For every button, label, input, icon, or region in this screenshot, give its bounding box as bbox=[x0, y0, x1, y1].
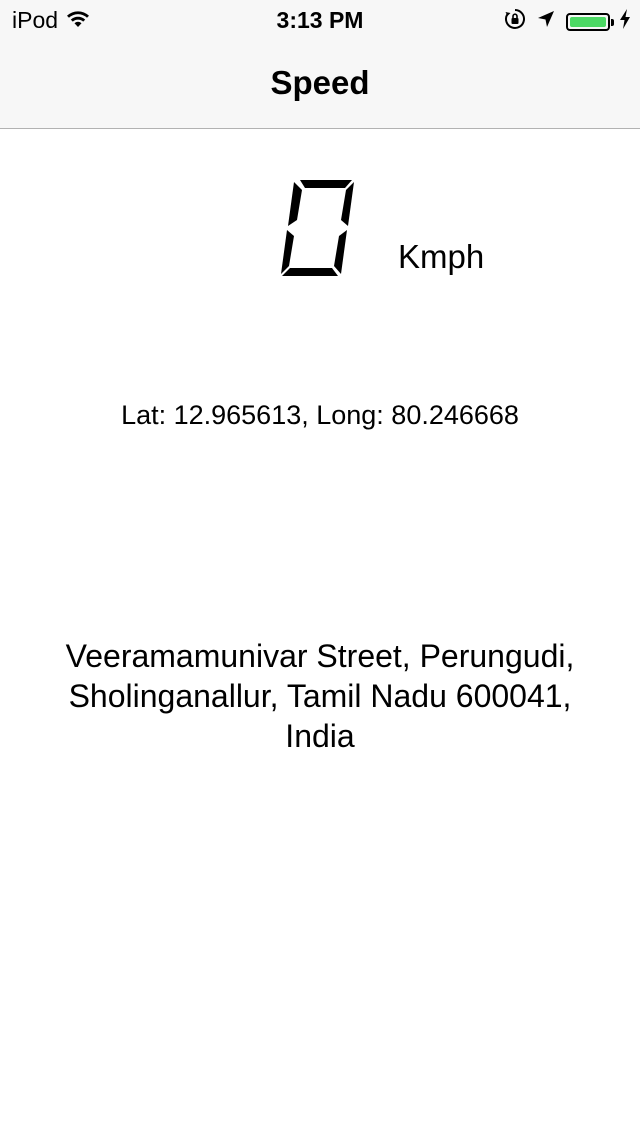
app-screen: iPod 3:13 PM Speed Kmph Lat: 12.965613, … bbox=[0, 0, 640, 1136]
speed-readout bbox=[278, 178, 356, 278]
digit-segment-b bbox=[341, 182, 354, 226]
status-bar: iPod 3:13 PM bbox=[0, 0, 640, 40]
battery-level bbox=[570, 16, 606, 27]
page-title: Speed bbox=[270, 64, 370, 101]
status-right bbox=[504, 8, 630, 35]
address-line-1: Veeramamunivar Street, Perungudi, bbox=[65, 638, 575, 674]
navigation-bar: Speed bbox=[0, 40, 640, 129]
digit-segment-f bbox=[288, 182, 302, 226]
digit-segment-e bbox=[281, 230, 294, 274]
digit-segment-a bbox=[300, 180, 352, 188]
digit-segment-d bbox=[282, 268, 338, 276]
speed-unit-label: Kmph bbox=[398, 238, 485, 275]
battery-tip bbox=[611, 18, 614, 26]
address-line-3: India bbox=[285, 718, 355, 754]
digit-segment-c bbox=[334, 230, 347, 274]
coordinates-label: Lat: 12.965613, Long: 80.246668 bbox=[121, 400, 519, 430]
charging-bolt-icon bbox=[620, 9, 630, 34]
battery-icon bbox=[566, 12, 614, 31]
orientation-lock-icon bbox=[504, 8, 526, 35]
address-line-2: Sholinganallur, Tamil Nadu 600041, bbox=[68, 678, 572, 714]
location-arrow-icon bbox=[536, 9, 556, 34]
speed-seven-segment-digit bbox=[281, 180, 354, 276]
address-label: Veeramamunivar Street, Perungudi, Sholin… bbox=[20, 636, 620, 756]
